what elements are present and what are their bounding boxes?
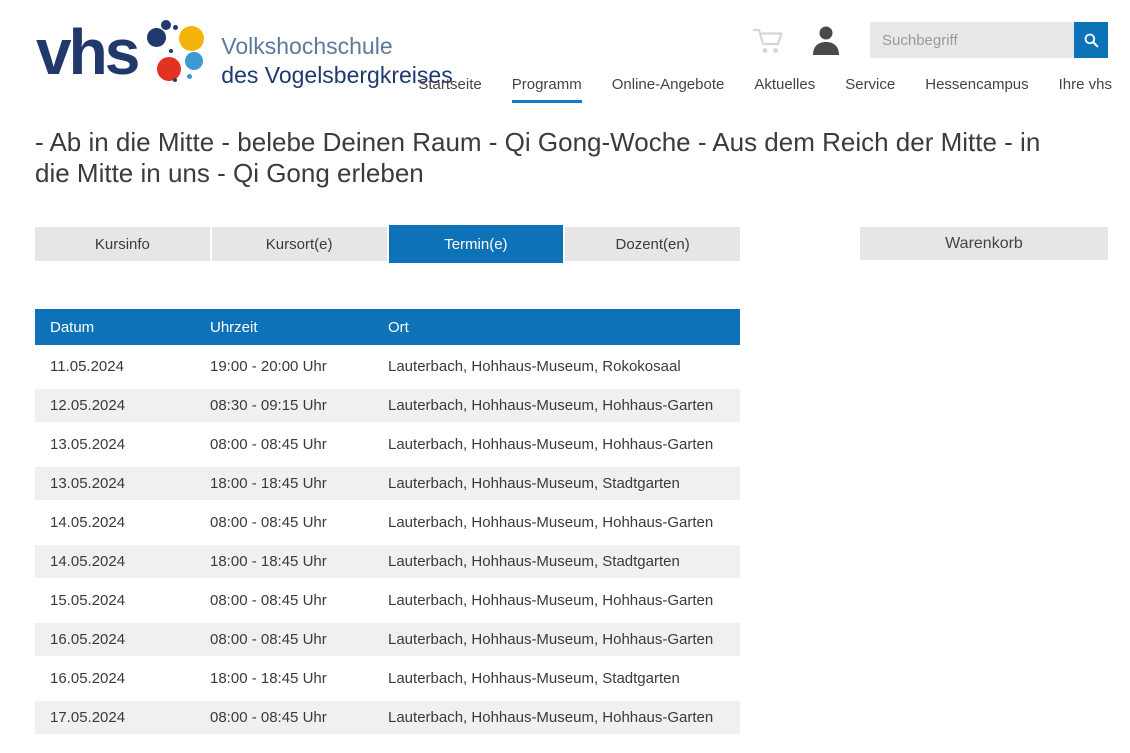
cell-uhrzeit: 08:00 - 08:45 Uhr (210, 709, 388, 726)
nav-item-startseite[interactable]: Startseite (418, 76, 481, 103)
header-tools (752, 22, 1108, 58)
nav-item-service[interactable]: Service (845, 76, 895, 103)
cell-datum: 11.05.2024 (35, 358, 210, 375)
nav-item-ihre-vhs[interactable]: Ihre vhs (1059, 76, 1112, 103)
cell-datum: 13.05.2024 (35, 436, 210, 453)
cell-uhrzeit: 18:00 - 18:45 Uhr (210, 475, 388, 492)
table-row: 12.05.202408:30 - 09:15 UhrLauterbach, H… (35, 389, 740, 422)
cell-uhrzeit: 08:00 - 08:45 Uhr (210, 592, 388, 609)
table-header-cell-uhrzeit: Uhrzeit (210, 319, 388, 336)
cell-datum: 13.05.2024 (35, 475, 210, 492)
cell-datum: 14.05.2024 (35, 514, 210, 531)
cell-ort: Lauterbach, Hohhaus-Museum, Hohhaus-Gart… (388, 709, 740, 726)
table-header-cell-ort: Ort (388, 319, 740, 336)
cell-datum: 16.05.2024 (35, 670, 210, 687)
cell-uhrzeit: 18:00 - 18:45 Uhr (210, 670, 388, 687)
cell-uhrzeit: 19:00 - 20:00 Uhr (210, 358, 388, 375)
table-row: 15.05.202408:00 - 08:45 UhrLauterbach, H… (35, 584, 740, 617)
tab-termin-e[interactable]: Termin(e) (389, 225, 564, 263)
cell-uhrzeit: 08:00 - 08:45 Uhr (210, 436, 388, 453)
user-icon[interactable] (810, 22, 842, 58)
cell-uhrzeit: 18:00 - 18:45 Uhr (210, 553, 388, 570)
cell-ort: Lauterbach, Hohhaus-Museum, Hohhaus-Gart… (388, 436, 740, 453)
page-title: - Ab in die Mitte - belebe Deinen Raum -… (35, 127, 1065, 189)
nav-item-hessencampus[interactable]: Hessencampus (925, 76, 1028, 103)
tab-kursort-e[interactable]: Kursort(e) (212, 227, 387, 261)
table-row: 17.05.202408:00 - 08:45 UhrLauterbach, H… (35, 701, 740, 734)
main-content: - Ab in die Mitte - belebe Deinen Raum -… (0, 127, 1130, 740)
tab-kursinfo[interactable]: Kursinfo (35, 227, 210, 261)
table-body: 11.05.202419:00 - 20:00 UhrLauterbach, H… (35, 350, 740, 734)
main-nav: Startseite Programm Online-Angebote Aktuell… (388, 76, 1112, 103)
cell-ort: Lauterbach, Hohhaus-Museum, Stadtgarten (388, 475, 740, 492)
site-header: vhs Volkshochschule des Vogelsbergkreise… (0, 0, 1130, 110)
cell-ort: Lauterbach, Hohhaus-Museum, Hohhaus-Gart… (388, 592, 740, 609)
cell-uhrzeit: 08:00 - 08:45 Uhr (210, 514, 388, 531)
logo-line1: Volkshochschule (221, 32, 452, 61)
search-button[interactable] (1074, 22, 1108, 58)
table-row: 11.05.202419:00 - 20:00 UhrLauterbach, H… (35, 350, 740, 383)
table-row: 13.05.202418:00 - 18:45 UhrLauterbach, H… (35, 467, 740, 500)
vhs-logo-dots-icon (141, 16, 215, 88)
cell-ort: Lauterbach, Hohhaus-Museum, Hohhaus-Gart… (388, 397, 740, 414)
nav-item-programm[interactable]: Programm (512, 76, 582, 103)
cell-ort: Lauterbach, Hohhaus-Museum, Rokokosaal (388, 358, 740, 375)
tab-dozent-en[interactable]: Dozent(en) (565, 227, 740, 261)
cart-icon[interactable] (752, 22, 786, 58)
cell-datum: 16.05.2024 (35, 631, 210, 648)
table-header-cell-datum: Datum (35, 319, 210, 336)
cell-datum: 17.05.2024 (35, 709, 210, 726)
cell-uhrzeit: 08:00 - 08:45 Uhr (210, 631, 388, 648)
schedule-table: DatumUhrzeitOrt 11.05.202419:00 - 20:00 … (35, 309, 740, 734)
table-row: 16.05.202408:00 - 08:45 UhrLauterbach, H… (35, 623, 740, 656)
cell-datum: 14.05.2024 (35, 553, 210, 570)
table-row: 16.05.202418:00 - 18:45 UhrLauterbach, H… (35, 662, 740, 695)
search-box (870, 22, 1108, 58)
vhs-logo-wordmark: vhs (36, 16, 137, 82)
cell-datum: 12.05.2024 (35, 397, 210, 414)
nav-item-aktuelles[interactable]: Aktuelles (754, 76, 815, 103)
nav-item-online-angebote[interactable]: Online-Angebote (612, 76, 725, 103)
warenkorb-button[interactable]: Warenkorb (860, 227, 1108, 260)
course-tabs: KursinfoKursort(e)Termin(e)Dozent(en) (35, 227, 740, 261)
table-row: 14.05.202418:00 - 18:45 UhrLauterbach, H… (35, 545, 740, 578)
cell-datum: 15.05.2024 (35, 592, 210, 609)
cell-ort: Lauterbach, Hohhaus-Museum, Hohhaus-Gart… (388, 631, 740, 648)
search-input[interactable] (870, 22, 1074, 58)
search-icon (1082, 31, 1100, 49)
cell-ort: Lauterbach, Hohhaus-Museum, Hohhaus-Gart… (388, 514, 740, 531)
table-header-row: DatumUhrzeitOrt (35, 309, 740, 345)
cell-ort: Lauterbach, Hohhaus-Museum, Stadtgarten (388, 670, 740, 687)
cell-ort: Lauterbach, Hohhaus-Museum, Stadtgarten (388, 553, 740, 570)
cell-uhrzeit: 08:30 - 09:15 Uhr (210, 397, 388, 414)
table-row: 14.05.202408:00 - 08:45 UhrLauterbach, H… (35, 506, 740, 539)
table-row: 13.05.202408:00 - 08:45 UhrLauterbach, H… (35, 428, 740, 461)
